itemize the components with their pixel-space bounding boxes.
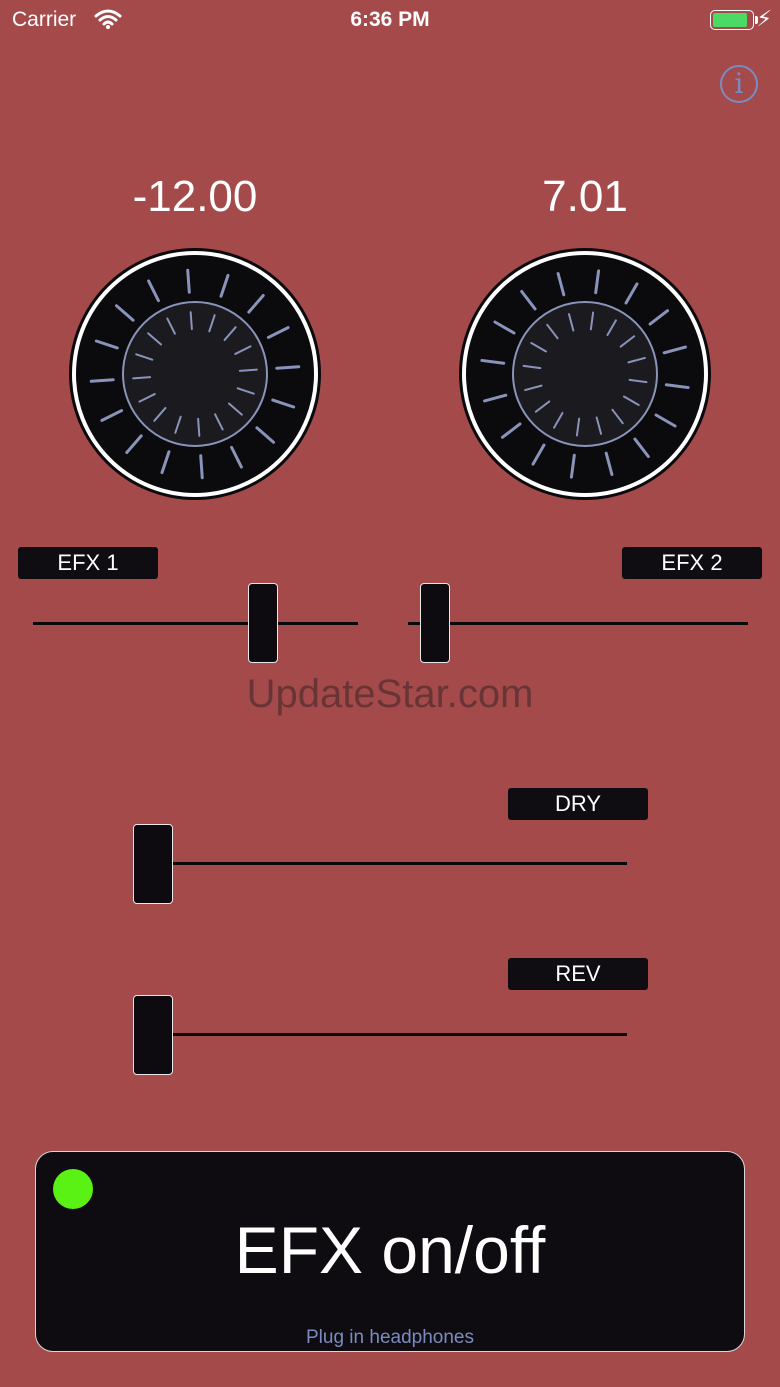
watermark: UpdateStar.com (246, 672, 534, 716)
knob-2-readout: 7.01 (542, 172, 628, 221)
battery-icon (710, 10, 758, 30)
rev-slider-thumb[interactable] (133, 995, 173, 1075)
status-bar: Carrier 6:36 PM ⚡︎ (0, 0, 780, 40)
dry-label: DRY (508, 788, 648, 820)
info-icon[interactable]: i (720, 65, 758, 103)
bolt-icon: ⚡︎ (756, 6, 772, 31)
efx-1-label: EFX 1 (18, 547, 158, 579)
efx-2-slider-track[interactable] (408, 622, 748, 625)
efx-toggle-button[interactable]: EFX on/off Plug in headphones (35, 1151, 745, 1352)
dry-slider-track[interactable] (134, 862, 627, 865)
headphones-hint: Plug in headphones (306, 1327, 474, 1348)
efx-2-slider-thumb[interactable] (420, 583, 451, 663)
status-led (53, 1169, 93, 1209)
efx-1-slider-thumb[interactable] (248, 583, 279, 663)
knob-2[interactable] (457, 246, 713, 502)
efx-1-slider-track[interactable] (33, 622, 358, 625)
dry-slider-thumb[interactable] (133, 824, 173, 904)
rev-slider-track[interactable] (134, 1033, 627, 1036)
rev-label: REV (508, 958, 648, 990)
clock: 6:36 PM (350, 8, 430, 31)
knob-1[interactable] (67, 246, 323, 502)
knob-1-readout: -12.00 (132, 172, 258, 221)
efx-2-label: EFX 2 (622, 547, 762, 579)
efx-toggle-label: EFX on/off (234, 1213, 546, 1287)
